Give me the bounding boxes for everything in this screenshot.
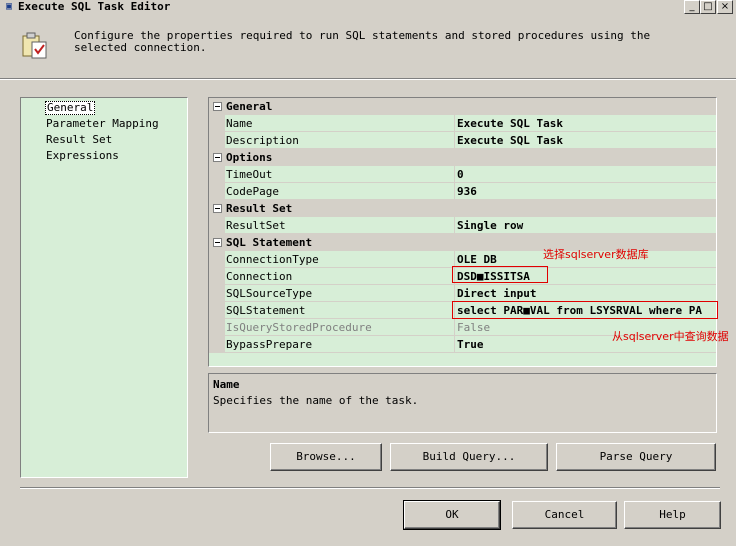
help-description: Specifies the name of the task. bbox=[213, 394, 419, 407]
category-label: Result Set bbox=[226, 202, 293, 215]
title-bar[interactable]: ▣ Execute SQL Task Editor _ □ × bbox=[0, 0, 736, 14]
build-query-button[interactable]: Build Query... bbox=[390, 443, 548, 471]
maximize-button[interactable]: □ bbox=[700, 0, 716, 14]
property-key: IsQueryStoredProcedure bbox=[226, 321, 372, 334]
nav-item-result-set[interactable]: Result Set bbox=[45, 133, 113, 147]
property-key: ConnectionType bbox=[226, 253, 319, 266]
property-value[interactable]: Execute SQL Task bbox=[455, 115, 716, 132]
property-row-sqlsourcetype[interactable]: SQLSourceType Direct input bbox=[209, 285, 716, 302]
nav-item-expressions[interactable]: Expressions bbox=[45, 149, 120, 163]
bottom-separator bbox=[20, 487, 720, 489]
property-row-codepage[interactable]: CodePage 936 bbox=[209, 183, 716, 200]
category-label: General bbox=[226, 100, 273, 113]
collapse-icon[interactable] bbox=[213, 102, 222, 111]
category-options[interactable]: Options bbox=[209, 149, 716, 166]
property-value[interactable]: 0 bbox=[455, 166, 716, 183]
property-key: TimeOut bbox=[226, 168, 273, 181]
help-title: Name bbox=[213, 378, 240, 391]
collapse-icon[interactable] bbox=[213, 204, 222, 213]
task-editor-icon bbox=[20, 30, 50, 62]
sqlstatement-highlight bbox=[452, 301, 718, 319]
property-help-pane: Name Specifies the name of the task. bbox=[208, 373, 717, 433]
browse-button[interactable]: Browse... bbox=[270, 443, 382, 471]
header-separator bbox=[0, 78, 736, 80]
property-row-timeout[interactable]: TimeOut 0 bbox=[209, 166, 716, 183]
connection-highlight bbox=[452, 266, 548, 283]
minimize-button[interactable]: _ bbox=[684, 0, 700, 14]
category-general[interactable]: General bbox=[209, 98, 716, 115]
app-icon: ▣ bbox=[5, 1, 13, 12]
property-value[interactable]: 936 bbox=[455, 183, 716, 200]
property-value[interactable]: Direct input bbox=[455, 285, 716, 302]
property-key: BypassPrepare bbox=[226, 338, 313, 351]
collapse-icon[interactable] bbox=[213, 238, 222, 247]
ok-button[interactable]: OK bbox=[403, 500, 501, 530]
page-navigation: General Parameter Mapping Result Set Exp… bbox=[20, 97, 188, 478]
nav-item-general[interactable]: General bbox=[45, 101, 96, 115]
collapse-icon[interactable] bbox=[213, 153, 222, 162]
help-button[interactable]: Help bbox=[624, 501, 721, 529]
cancel-button[interactable]: Cancel bbox=[512, 501, 617, 529]
property-grid: General Name Execute SQL Task Descriptio… bbox=[208, 97, 717, 367]
property-value[interactable]: Execute SQL Task bbox=[455, 132, 716, 149]
category-result-set[interactable]: Result Set bbox=[209, 200, 716, 217]
property-key: CodePage bbox=[226, 185, 279, 198]
close-button[interactable]: × bbox=[717, 0, 733, 14]
property-key: Description bbox=[226, 134, 299, 147]
property-value[interactable]: Single row bbox=[455, 217, 716, 234]
category-label: Options bbox=[226, 151, 273, 164]
parse-query-button[interactable]: Parse Query bbox=[556, 443, 716, 471]
statement-annotation: 从sqlserver中查询数据 bbox=[612, 330, 729, 343]
property-key: SQLSourceType bbox=[226, 287, 313, 300]
connection-annotation: 选择sqlserver数据库 bbox=[543, 248, 649, 261]
property-key: Name bbox=[226, 117, 253, 130]
category-label: SQL Statement bbox=[226, 236, 313, 249]
property-key: Connection bbox=[226, 270, 293, 283]
property-row-description[interactable]: Description Execute SQL Task bbox=[209, 132, 716, 149]
property-key: SQLStatement bbox=[226, 304, 306, 317]
header-description: Configure the properties required to run… bbox=[74, 29, 651, 54]
property-row-resultset[interactable]: ResultSet Single row bbox=[209, 217, 716, 234]
property-row-name[interactable]: Name Execute SQL Task bbox=[209, 115, 716, 132]
window-title: Execute SQL Task Editor bbox=[18, 0, 171, 13]
nav-item-parameter-mapping[interactable]: Parameter Mapping bbox=[45, 117, 160, 131]
property-key: ResultSet bbox=[226, 219, 286, 232]
